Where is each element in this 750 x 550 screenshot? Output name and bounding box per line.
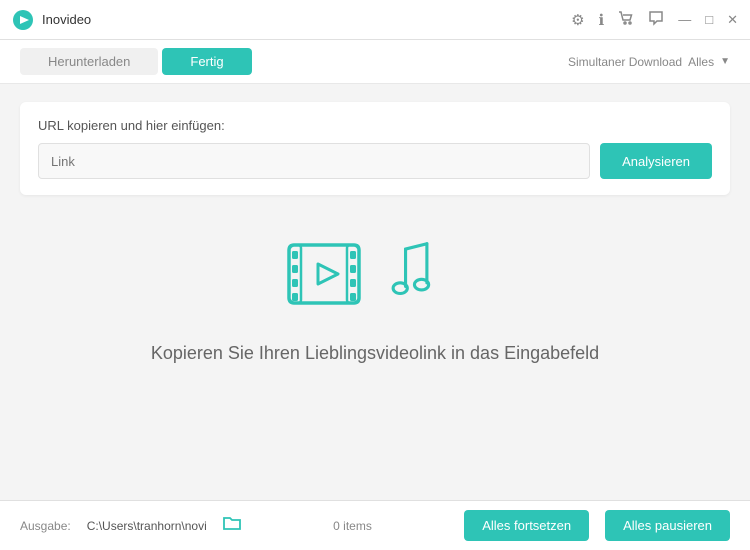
illustration xyxy=(284,235,466,315)
toolbar-icons: ⚙ ℹ xyxy=(571,10,664,30)
maximize-button[interactable]: □ xyxy=(705,12,713,27)
resume-button[interactable]: Alles fortsetzen xyxy=(464,510,589,541)
output-label: Ausgabe: xyxy=(20,519,71,533)
url-input-row: Analysieren xyxy=(38,143,712,179)
music-icon xyxy=(386,240,466,315)
url-label: URL kopieren und hier einfügen: xyxy=(38,118,712,133)
folder-icon[interactable] xyxy=(223,515,241,536)
url-section: URL kopieren und hier einfügen: Analysie… xyxy=(20,102,730,195)
info-icon[interactable]: ℹ xyxy=(599,11,605,29)
empty-state: Kopieren Sie Ihren Lieblingsvideolink in… xyxy=(20,195,730,394)
url-input[interactable] xyxy=(38,143,590,179)
analyze-button[interactable]: Analysieren xyxy=(600,143,712,179)
chat-icon[interactable] xyxy=(648,10,664,30)
window-controls: — □ ✕ xyxy=(678,12,738,28)
app-logo xyxy=(12,9,34,31)
cart-icon[interactable] xyxy=(618,10,634,30)
simultaneous-download: Simultaner Download Alles ▼ xyxy=(568,55,730,69)
close-button[interactable]: ✕ xyxy=(727,12,738,28)
tabs: Herunterladen Fertig xyxy=(20,48,568,75)
tab-download[interactable]: Herunterladen xyxy=(20,48,158,75)
footer: Ausgabe: C:\Users\tranhorn\novi 0 items … xyxy=(0,500,750,550)
minimize-button[interactable]: — xyxy=(678,12,691,27)
title-bar: Inovideo ⚙ ℹ — □ ✕ xyxy=(0,0,750,40)
tab-bar: Herunterladen Fertig Simultaner Download… xyxy=(0,40,750,84)
simultaneous-value: Alles xyxy=(688,55,714,69)
empty-state-text: Kopieren Sie Ihren Lieblingsvideolink in… xyxy=(151,343,599,364)
main-content: URL kopieren und hier einfügen: Analysie… xyxy=(0,84,750,500)
pause-button[interactable]: Alles pausieren xyxy=(605,510,730,541)
film-strip-icon xyxy=(284,235,374,315)
dropdown-icon[interactable]: ▼ xyxy=(720,56,730,67)
items-count: 0 items xyxy=(257,519,448,533)
simultaneous-label: Simultaner Download xyxy=(568,55,682,69)
settings-icon[interactable]: ⚙ xyxy=(571,11,584,29)
tab-done[interactable]: Fertig xyxy=(162,48,251,75)
app-title: Inovideo xyxy=(42,12,571,27)
output-path: C:\Users\tranhorn\novi xyxy=(87,519,207,533)
